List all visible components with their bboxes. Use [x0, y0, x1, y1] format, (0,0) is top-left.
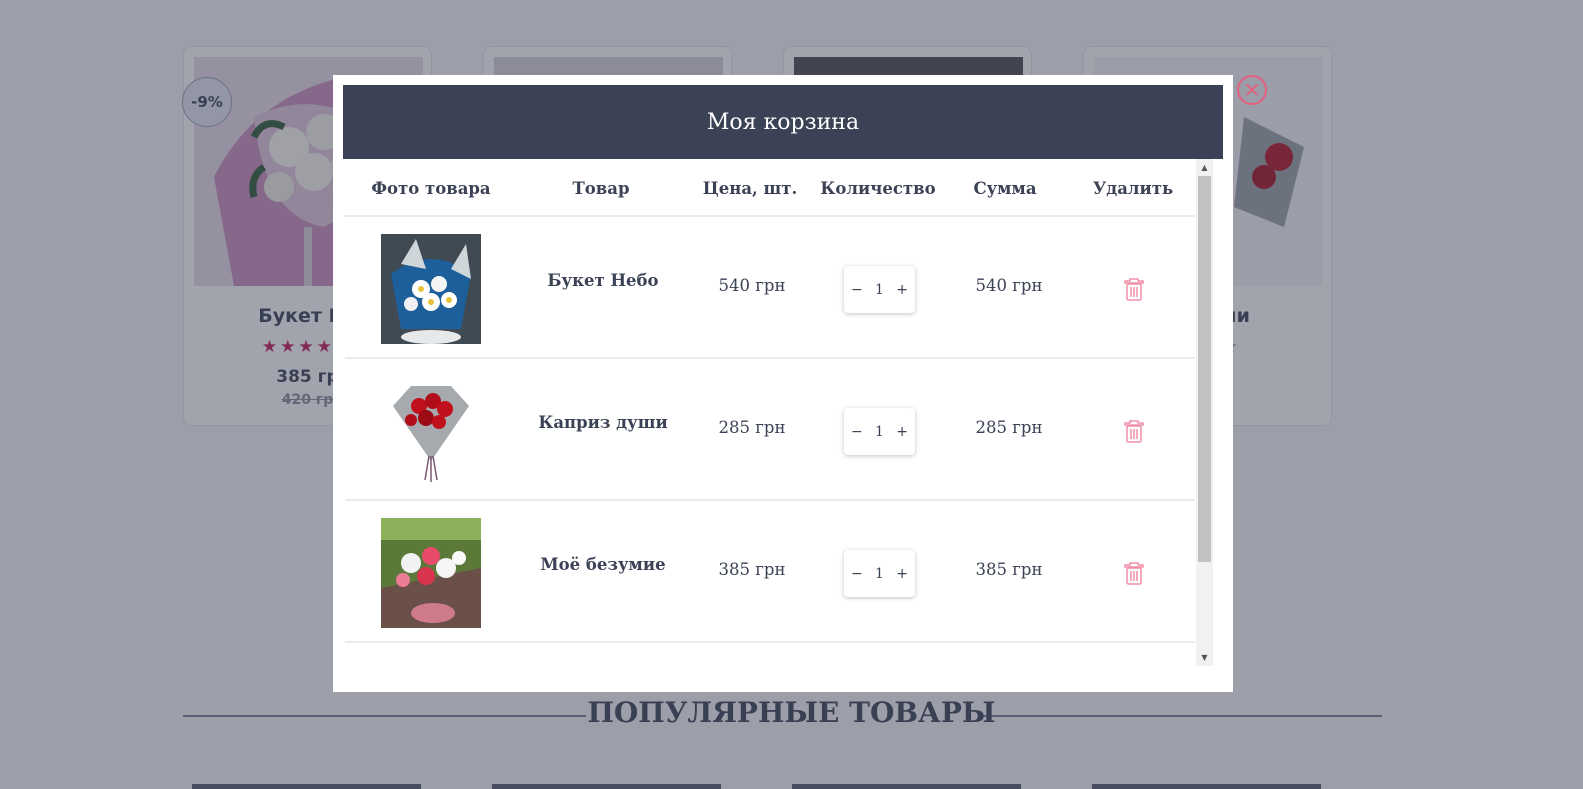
cart-modal: Моя корзина Фото товара Товар Цена, шт. … — [333, 75, 1233, 692]
increase-button[interactable]: + — [896, 424, 908, 440]
cart-table: Фото товара Товар Цена, шт. Количество С… — [343, 159, 1223, 682]
quantity-value[interactable]: 1 — [875, 566, 884, 582]
column-header-delete: Удалить — [1092, 179, 1174, 198]
cart-item-name[interactable]: Моё безумие — [540, 555, 665, 574]
quantity-stepper: − 1 + — [844, 266, 915, 313]
cart-item-sum: 540 грн — [975, 276, 1043, 295]
cart-row: Моё безумие 385 грн − 1 + 385 грн — [345, 501, 1195, 643]
cart-item-sum: 285 грн — [975, 418, 1043, 437]
cart-row: Букет Небо 540 грн − 1 + 540 грн — [345, 217, 1195, 359]
cart-title: Моя корзина — [343, 85, 1223, 159]
cart-item-name[interactable]: Букет Небо — [547, 271, 658, 290]
close-icon[interactable]: ✕ — [1237, 75, 1267, 105]
decrease-button[interactable]: − — [851, 424, 863, 440]
trash-icon[interactable] — [1124, 562, 1144, 585]
scrollbar-thumb[interactable] — [1198, 176, 1211, 562]
decrease-button[interactable]: − — [851, 282, 863, 298]
cart-item-price: 540 грн — [718, 276, 786, 295]
column-header-product: Товар — [572, 179, 630, 198]
scroll-down-arrow-icon[interactable]: ▼ — [1196, 649, 1213, 666]
cart-item-name[interactable]: Каприз души — [538, 413, 667, 432]
trash-icon[interactable] — [1124, 420, 1144, 443]
column-header-sum: Сумма — [973, 179, 1037, 198]
cart-table-header: Фото товара Товар Цена, шт. Количество С… — [345, 159, 1195, 217]
decrease-button[interactable]: − — [851, 566, 863, 582]
quantity-stepper: − 1 + — [844, 550, 915, 597]
cart-row: Каприз души 285 грн − 1 + 285 грн — [345, 359, 1195, 501]
quantity-value[interactable]: 1 — [875, 424, 884, 440]
column-header-photo: Фото товара — [371, 179, 491, 198]
column-header-quantity: Количество — [820, 179, 936, 198]
trash-icon[interactable] — [1124, 278, 1144, 301]
cart-item-sum: 385 грн — [975, 560, 1043, 579]
column-header-price: Цена, шт. — [702, 179, 798, 198]
cart-item-price: 385 грн — [718, 560, 786, 579]
quantity-stepper: − 1 + — [844, 408, 915, 455]
product-thumbnail — [381, 376, 481, 486]
increase-button[interactable]: + — [896, 282, 908, 298]
cart-item-price: 285 грн — [718, 418, 786, 437]
increase-button[interactable]: + — [896, 566, 908, 582]
product-thumbnail — [381, 234, 481, 344]
scroll-up-arrow-icon[interactable]: ▲ — [1196, 159, 1213, 176]
product-thumbnail — [381, 518, 481, 628]
quantity-value[interactable]: 1 — [875, 282, 884, 298]
cart-scrollbar[interactable]: ▲ ▼ — [1196, 159, 1213, 666]
